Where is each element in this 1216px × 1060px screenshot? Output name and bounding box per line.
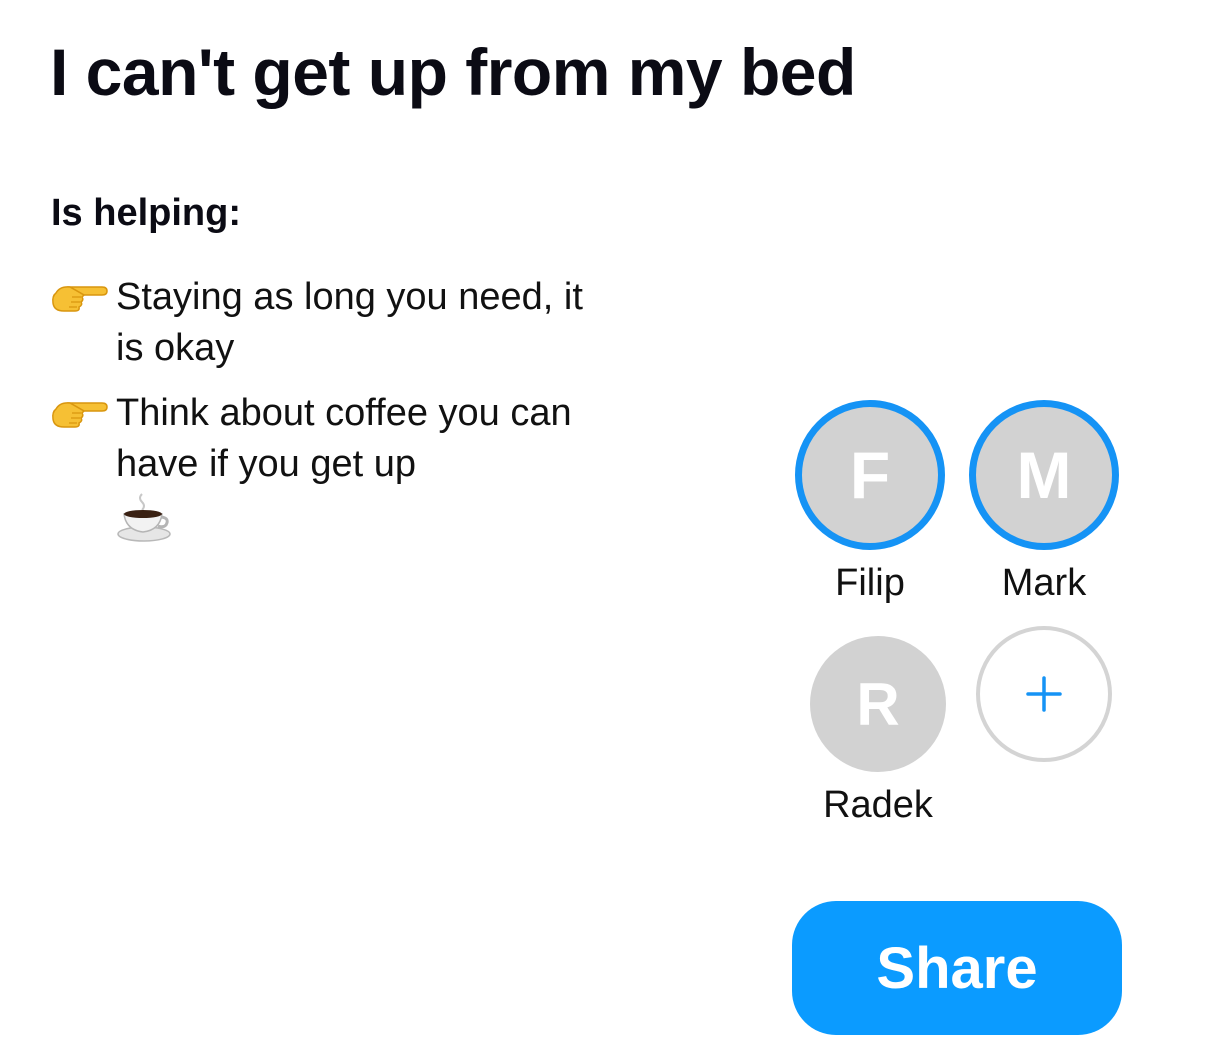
tip-text: Staying as long you need, it is okay (116, 276, 583, 369)
tip-item: Staying as long you need, it is okay (50, 272, 590, 374)
plus-icon (1026, 676, 1062, 712)
tip-text: Think about coffee you can have if you g… (116, 392, 572, 485)
helping-tips-list: Staying as long you need, it is okay Thi… (50, 272, 590, 556)
pointing-hand-icon (52, 402, 108, 428)
tip-item: Think about coffee you can have if you g… (50, 388, 590, 542)
avatar[interactable]: R (810, 636, 946, 772)
share-button[interactable]: Share (792, 901, 1122, 1035)
helper-radek[interactable]: R Radek (798, 636, 958, 827)
add-helper-button[interactable] (976, 626, 1112, 762)
avatar[interactable]: M (969, 400, 1119, 550)
helper-name: Mark (1001, 562, 1087, 604)
coffee-icon (117, 493, 171, 542)
pointing-hand-icon (52, 286, 108, 312)
avatar[interactable]: F (795, 400, 945, 550)
helper-name: Radek (823, 784, 933, 826)
helper-name: Filip (835, 562, 905, 604)
helper-mark[interactable]: M Mark (964, 400, 1124, 605)
page-title: I can't get up from my bed (50, 35, 856, 109)
helpers-grid: F Filip M Mark R Radek (790, 400, 1130, 840)
helper-filip[interactable]: F Filip (790, 400, 950, 605)
helping-heading: Is helping: (51, 192, 241, 234)
